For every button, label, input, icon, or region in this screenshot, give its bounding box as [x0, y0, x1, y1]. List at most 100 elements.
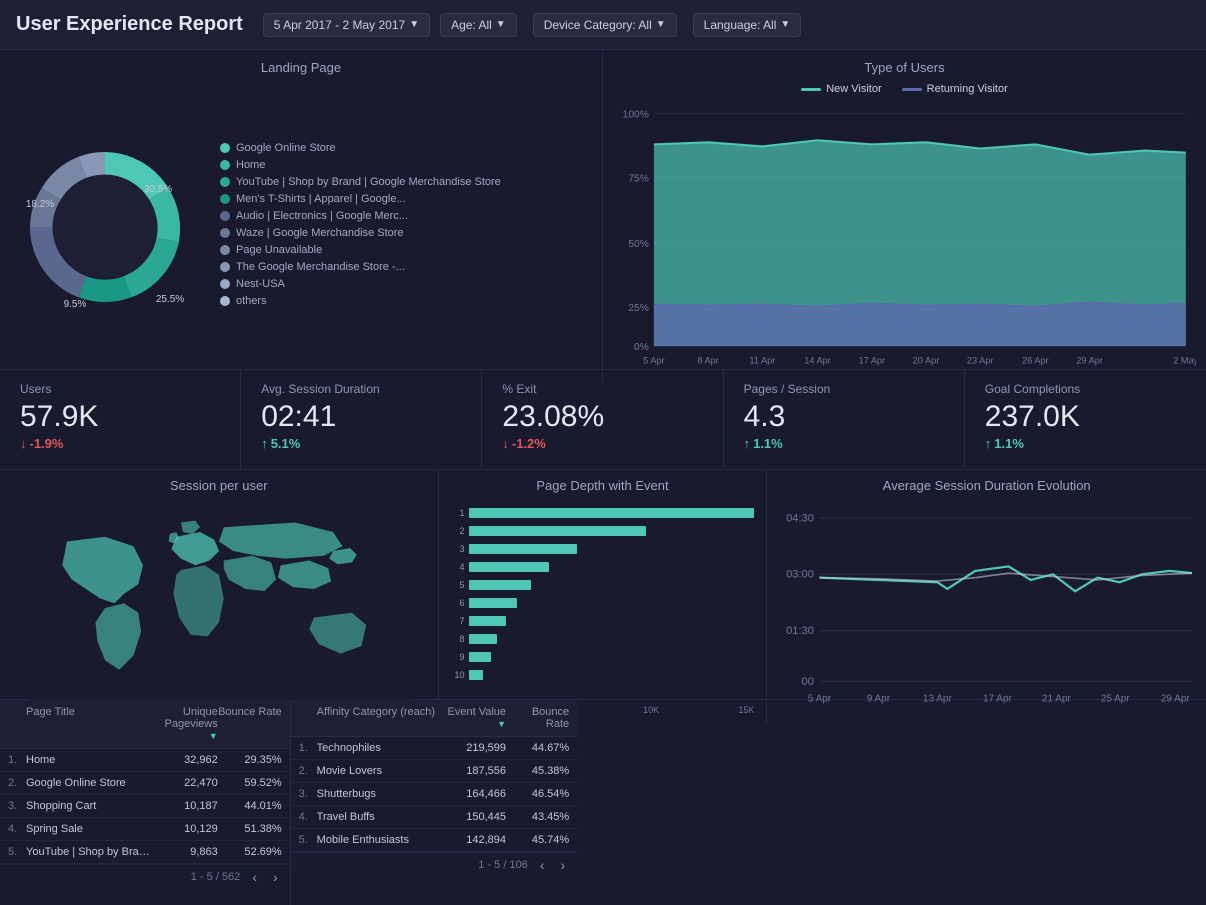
bar-row: 3	[451, 541, 755, 557]
legend-dot	[220, 279, 230, 289]
bar-row: 8	[451, 631, 755, 647]
col-pageviews: Unique Pageviews ▼	[154, 706, 218, 742]
svg-text:23 Apr: 23 Apr	[967, 356, 994, 366]
legend-dot	[220, 228, 230, 238]
prev-page-button[interactable]: ‹	[536, 857, 549, 873]
legend-item: others	[220, 295, 592, 307]
landing-page-title: Landing Page	[10, 60, 592, 75]
table-row: 2. Google Online Store 22,470 59.52%	[0, 772, 290, 795]
svg-text:21 Apr: 21 Apr	[1042, 694, 1072, 705]
world-map	[8, 501, 430, 715]
col-bounce-rate: Bounce Rate	[218, 706, 282, 742]
svg-text:14 Apr: 14 Apr	[804, 356, 831, 366]
svg-text:18.2%: 18.2%	[26, 199, 54, 210]
chevron-down-icon: ▼	[496, 19, 506, 30]
landing-page-legend: Google Online Store Home YouTube | Shop …	[210, 142, 592, 312]
metric-change: ↑1.1%	[744, 436, 944, 451]
type-of-users-panel: Type of Users New Visitor Returning Visi…	[603, 50, 1206, 382]
table-row: 5. Mobile Enthusiasts 142,894 45.74%	[291, 829, 578, 852]
table-row: 4. Travel Buffs 150,445 43.45%	[291, 806, 578, 829]
legend-dot	[220, 143, 230, 153]
metric-change: ↓-1.2%	[502, 436, 702, 451]
bar-row: 1	[451, 505, 755, 521]
type-users-chart: 100% 75% 50% 25% 0% 5 Apr 8 Apr 11 Apr	[613, 103, 1196, 372]
session-per-user-panel: Session per user	[0, 470, 439, 723]
header: User Experience Report 5 Apr 2017 - 2 Ma…	[0, 0, 1206, 50]
col-bounce-rate: Bounce Rate	[506, 706, 569, 730]
col-event-value: Event Value ▼	[443, 706, 506, 730]
sort-icon[interactable]: ▼	[209, 731, 218, 741]
svg-text:5 Apr: 5 Apr	[643, 356, 664, 366]
language-filter[interactable]: Language: All ▼	[693, 13, 802, 37]
metric-change: ↑5.1%	[261, 436, 461, 451]
donut-chart: 30.5% 25.5% 18.2% 9.5%	[10, 117, 210, 337]
pages-table-footer: 1 - 5 / 562 ‹ ›	[0, 864, 290, 889]
chevron-down-icon: ▼	[780, 19, 790, 30]
metric-label: % Exit	[502, 382, 702, 396]
metric-label: Pages / Session	[744, 382, 944, 396]
svg-text:5 Apr: 5 Apr	[808, 694, 832, 705]
landing-content: 30.5% 25.5% 18.2% 9.5% Google Online Sto…	[10, 83, 592, 372]
donut-svg: 30.5% 25.5% 18.2% 9.5%	[10, 117, 210, 337]
svg-text:30.5%: 30.5%	[144, 184, 172, 195]
affinity-table-header: Affinity Category (reach) Event Value ▼ …	[291, 700, 578, 737]
age-filter[interactable]: Age: All ▼	[440, 13, 517, 37]
col-page-title: Page Title	[26, 706, 154, 742]
arrow-up-icon: ↑	[985, 436, 992, 451]
avg-session-duration-panel: Average Session Duration Evolution 04:30…	[767, 470, 1206, 723]
prev-page-button[interactable]: ‹	[248, 869, 261, 885]
chevron-down-icon: ▼	[656, 19, 666, 30]
svg-text:00: 00	[802, 676, 814, 688]
svg-text:11 Apr: 11 Apr	[749, 356, 775, 366]
table-row: 3. Shopping Cart 10,187 44.01%	[0, 795, 290, 818]
legend-dot	[220, 177, 230, 187]
svg-text:29 Apr: 29 Apr	[1161, 694, 1191, 705]
legend-dot	[220, 262, 230, 272]
next-page-button[interactable]: ›	[269, 869, 282, 885]
table-row: 2. Movie Lovers 187,556 45.38%	[291, 760, 578, 783]
svg-text:9.5%: 9.5%	[64, 299, 87, 310]
svg-text:8 Apr: 8 Apr	[697, 356, 718, 366]
svg-text:25%: 25%	[628, 303, 648, 314]
svg-text:2 May: 2 May	[1173, 356, 1196, 366]
page-depth-title: Page Depth with Event	[447, 478, 759, 493]
table-row: 1. Home 32,962 29.35%	[0, 749, 290, 772]
table-row: 5. YouTube | Shop by Brand | Google M...…	[0, 841, 290, 864]
page-title: User Experience Report	[16, 13, 243, 36]
page-depth-chart: 1 2 3 4	[447, 501, 759, 715]
table-row: 3. Shutterbugs 164,466 46.54%	[291, 783, 578, 806]
bar-row: 10	[451, 667, 755, 683]
type-users-legend: New Visitor Returning Visitor	[613, 83, 1196, 95]
metric-pages-session: Pages / Session 4.3 ↑1.1%	[724, 370, 965, 469]
bar-row: 9	[451, 649, 755, 665]
svg-text:20 Apr: 20 Apr	[913, 356, 940, 366]
metric-goal-completions: Goal Completions 237.0K ↑1.1%	[965, 370, 1206, 469]
svg-text:17 Apr: 17 Apr	[983, 694, 1013, 705]
chevron-down-icon: ▼	[409, 19, 419, 30]
svg-text:29 Apr: 29 Apr	[1076, 356, 1103, 366]
metric-label: Goal Completions	[985, 382, 1186, 396]
metric-label: Users	[20, 382, 220, 396]
legend-item: YouTube | Shop by Brand | Google Merchan…	[220, 176, 592, 188]
tables-row: Page Title Unique Pageviews ▼ Bounce Rat…	[0, 700, 1206, 905]
avg-session-svg: 04:30 03:00 01:30 00 5 Apr 9 Apr 13 Apr …	[775, 501, 1198, 715]
device-filter[interactable]: Device Category: All ▼	[533, 13, 677, 37]
svg-text:0%: 0%	[634, 342, 649, 353]
session-per-user-title: Session per user	[8, 478, 430, 493]
legend-dot	[220, 211, 230, 221]
col-affinity: Affinity Category (reach)	[317, 706, 443, 730]
bottom-sections: Session per user	[0, 470, 1206, 905]
metrics-section: Users 57.9K ↓-1.9% Avg. Session Duration…	[0, 370, 1206, 470]
next-page-button[interactable]: ›	[556, 857, 569, 873]
avg-session-chart: 04:30 03:00 01:30 00 5 Apr 9 Apr 13 Apr …	[775, 501, 1198, 715]
legend-item: Google Online Store	[220, 142, 592, 154]
sort-icon[interactable]: ▼	[497, 719, 506, 729]
svg-text:9 Apr: 9 Apr	[867, 694, 891, 705]
date-range-filter[interactable]: 5 Apr 2017 - 2 May 2017 ▼	[263, 13, 430, 37]
world-map-svg	[24, 513, 414, 703]
table-row: 4. Spring Sale 10,129 51.38%	[0, 818, 290, 841]
affinity-table-footer: 1 - 5 / 106 ‹ ›	[291, 852, 578, 877]
metric-label: Avg. Session Duration	[261, 382, 461, 396]
bar-row: 4	[451, 559, 755, 575]
metric-value: 57.9K	[20, 400, 220, 434]
